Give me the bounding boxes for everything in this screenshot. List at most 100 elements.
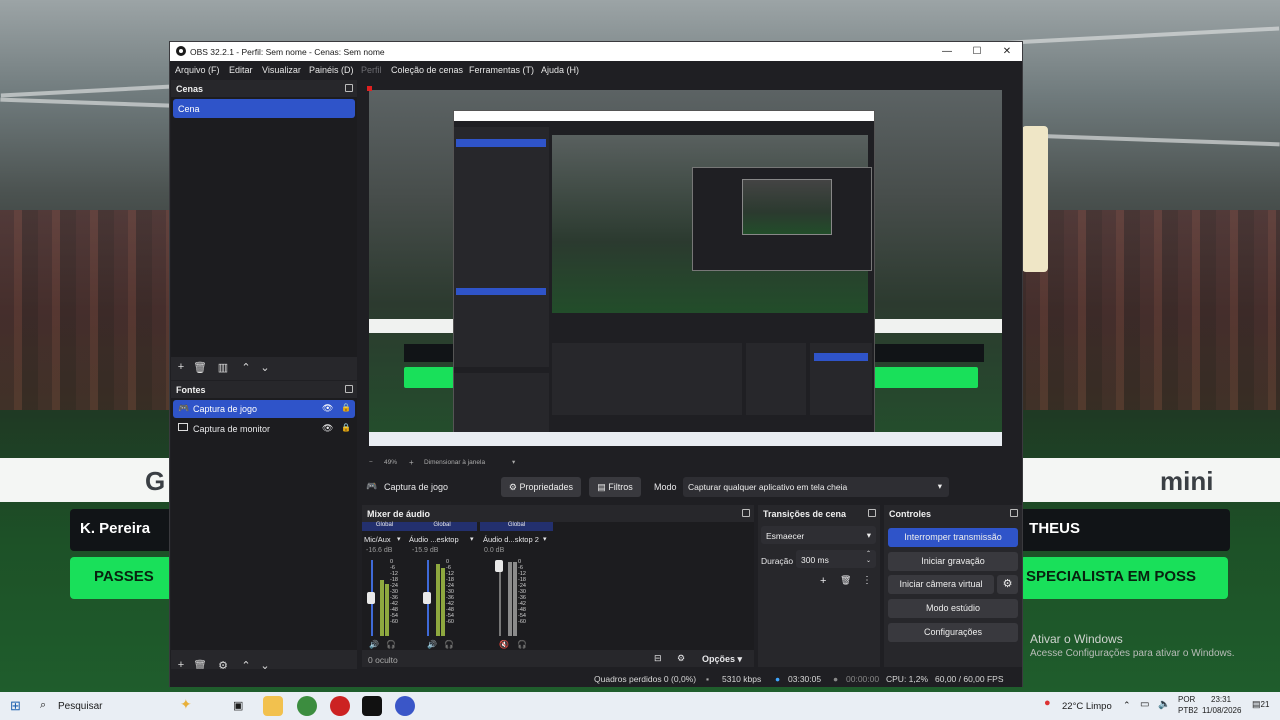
stop-stream-button[interactable]: Interromper transmissão <box>888 528 1018 547</box>
volume-fader-handle[interactable] <box>367 592 375 605</box>
add-transition-button[interactable]: + <box>820 575 826 587</box>
eye-icon[interactable]: 👁 <box>322 423 333 434</box>
sources-list: 🎮 Captura de jogo 👁 🔒 Captura de monitor… <box>171 398 357 650</box>
preview-zoom-bar: − 49% + Dimensionar à janela ▾ <box>369 456 1005 470</box>
mixer-settings-icon[interactable]: ⚙ <box>677 653 685 664</box>
menu-colecao-de-cenas[interactable]: Coleção de cenas <box>391 65 463 75</box>
scene-item[interactable]: Cena <box>173 99 355 118</box>
menu-ferramentas[interactable]: Ferramentas (T) <box>469 65 534 75</box>
file-explorer-icon[interactable] <box>263 696 283 716</box>
channel-menu-icon[interactable]: ▾ <box>397 535 401 543</box>
sparkle-icon[interactable]: ✦ <box>180 696 192 713</box>
source-item-game-capture[interactable]: 🎮 Captura de jogo 👁 🔒 <box>173 400 355 418</box>
obs-logo-icon <box>176 46 186 56</box>
network-icon[interactable]: ▭ <box>1140 699 1149 710</box>
selected-source-name: Captura de jogo <box>384 482 449 492</box>
menu-visualizar[interactable]: Visualizar <box>262 65 301 75</box>
notification-icon[interactable]: ▤21 <box>1252 699 1269 710</box>
hidden-count: 0 oculto <box>368 655 398 665</box>
remove-scene-button[interactable]: 🗑 <box>192 361 208 374</box>
menu-editar[interactable]: Editar <box>229 65 253 75</box>
taskbar-search[interactable]: Pesquisar <box>58 701 102 712</box>
dock-float-icon[interactable] <box>345 84 353 92</box>
move-down-button[interactable]: ⌄ <box>257 361 273 374</box>
source-toolbar: 🎮 Captura de jogo ⚙ Propriedades ▤ Filtr… <box>362 474 1022 500</box>
add-scene-button[interactable]: + <box>173 361 189 373</box>
start-virtual-camera-button[interactable]: Iniciar câmera virtual <box>888 575 994 594</box>
audio-meter <box>508 562 512 636</box>
minimize-button[interactable]: — <box>932 44 962 59</box>
source-item-monitor-capture[interactable]: Captura de monitor 👁 🔒 <box>173 420 355 438</box>
dock-float-icon[interactable] <box>345 385 353 393</box>
zoom-mode[interactable]: Dimensionar à janela <box>424 459 485 466</box>
dock-float-icon[interactable] <box>742 509 750 517</box>
mixer-layout-icon[interactable]: ⊟ <box>654 653 662 664</box>
weather-text[interactable]: 22°C Limpo <box>1062 701 1112 712</box>
clock-date[interactable]: 11/08/2026 <box>1202 706 1241 715</box>
dock-float-icon[interactable] <box>1010 509 1018 517</box>
app-icon[interactable] <box>330 696 350 716</box>
menu-perfil[interactable]: Perfil <box>361 65 382 75</box>
speaker-muted-icon[interactable]: 🔇 <box>499 640 509 649</box>
settings-button[interactable]: Configurações <box>888 623 1018 642</box>
headphones-icon[interactable]: 🎧 <box>444 640 454 649</box>
transition-select[interactable]: Esmaecer ▾ <box>761 526 876 544</box>
speaker-icon[interactable]: 🔊 <box>427 640 437 649</box>
zoom-in-button[interactable]: + <box>409 458 414 467</box>
scene-filters-button[interactable]: ▥ <box>215 361 231 374</box>
discord-icon[interactable] <box>395 696 415 716</box>
tray-chevron-icon[interactable]: ⌃ <box>1123 700 1131 711</box>
clock-time[interactable]: 23:31 <box>1211 695 1231 704</box>
eye-icon[interactable]: 👁 <box>322 403 333 414</box>
duration-label: Duração <box>761 556 794 566</box>
channel-menu-icon[interactable]: ▾ <box>470 535 474 543</box>
menu-arquivo[interactable]: Arquivo (F) <box>175 65 220 75</box>
maximize-button[interactable]: ☐ <box>962 44 992 59</box>
mode-select[interactable]: Capturar qualquer aplicativo em tela che… <box>683 477 949 497</box>
cpu-usage: CPU: 1,2% <box>886 674 929 684</box>
start-recording-button[interactable]: Iniciar gravação <box>888 552 1018 571</box>
duration-spinbox[interactable]: 300 ms ⌃ ⌄ <box>796 550 876 568</box>
dock-float-icon[interactable] <box>868 509 876 517</box>
lang-line1[interactable]: POR <box>1178 695 1195 704</box>
remove-transition-button[interactable]: 🗑 <box>840 575 851 586</box>
lang-line2[interactable]: PTB2 <box>1178 706 1198 715</box>
weather-icon: ● <box>1044 697 1051 709</box>
mixer-options-button[interactable]: Opções ▾ <box>702 654 742 665</box>
windows-start-icon[interactable]: ⊞ <box>10 698 21 714</box>
search-icon[interactable]: ⌕ <box>40 699 46 712</box>
volume-icon[interactable]: 🔈 <box>1158 699 1170 710</box>
audio-meter <box>441 568 445 636</box>
volume-fader-handle[interactable] <box>495 560 503 572</box>
audio-mixer-dock: Mixer de áudio Global Global Global Mic/… <box>362 505 754 667</box>
scenes-list: Cena <box>171 97 357 357</box>
filters-button[interactable]: ▤ Filtros <box>589 477 641 497</box>
meter-scale: 0 -6 -12 -18 -24 -30 -36 -42 -48 -54 -60 <box>390 559 398 625</box>
spin-arrows-icon[interactable]: ⌃ ⌄ <box>866 551 871 565</box>
virtual-camera-gear-icon[interactable]: ⚙ <box>997 575 1018 594</box>
studio-mode-button[interactable]: Modo estúdio <box>888 599 1018 618</box>
menu-ajuda[interactable]: Ajuda (H) <box>541 65 579 75</box>
transition-more-icon[interactable]: ⋮ <box>862 575 872 586</box>
chevron-down-icon[interactable]: ▾ <box>512 458 515 466</box>
zoom-out-button[interactable]: − <box>369 459 373 466</box>
lock-icon[interactable]: 🔒 <box>341 423 351 432</box>
lock-icon[interactable]: 🔒 <box>341 403 351 412</box>
menu-paineis[interactable]: Painéis (D) <box>309 65 354 75</box>
preview-canvas[interactable] <box>369 90 1002 446</box>
task-view-icon[interactable]: ▣ <box>233 699 243 712</box>
controls-title: Controles <box>884 505 1022 522</box>
close-button[interactable]: ✕ <box>992 44 1022 59</box>
speaker-icon[interactable]: 🔊 <box>369 640 379 649</box>
channel-menu-icon[interactable]: ▾ <box>543 535 547 543</box>
headphones-icon[interactable]: 🎧 <box>517 640 527 649</box>
chrome-icon[interactable] <box>297 696 317 716</box>
move-up-button[interactable]: ⌃ <box>238 361 254 374</box>
zoom-value: 49% <box>384 459 398 466</box>
headphones-icon[interactable]: 🎧 <box>386 640 396 649</box>
gamepad-icon: 🎮 <box>178 403 190 413</box>
game-icon[interactable] <box>362 696 382 716</box>
record-icon: ● <box>833 674 839 684</box>
volume-fader-handle[interactable] <box>423 591 431 604</box>
properties-button[interactable]: ⚙ Propriedades <box>501 477 581 497</box>
